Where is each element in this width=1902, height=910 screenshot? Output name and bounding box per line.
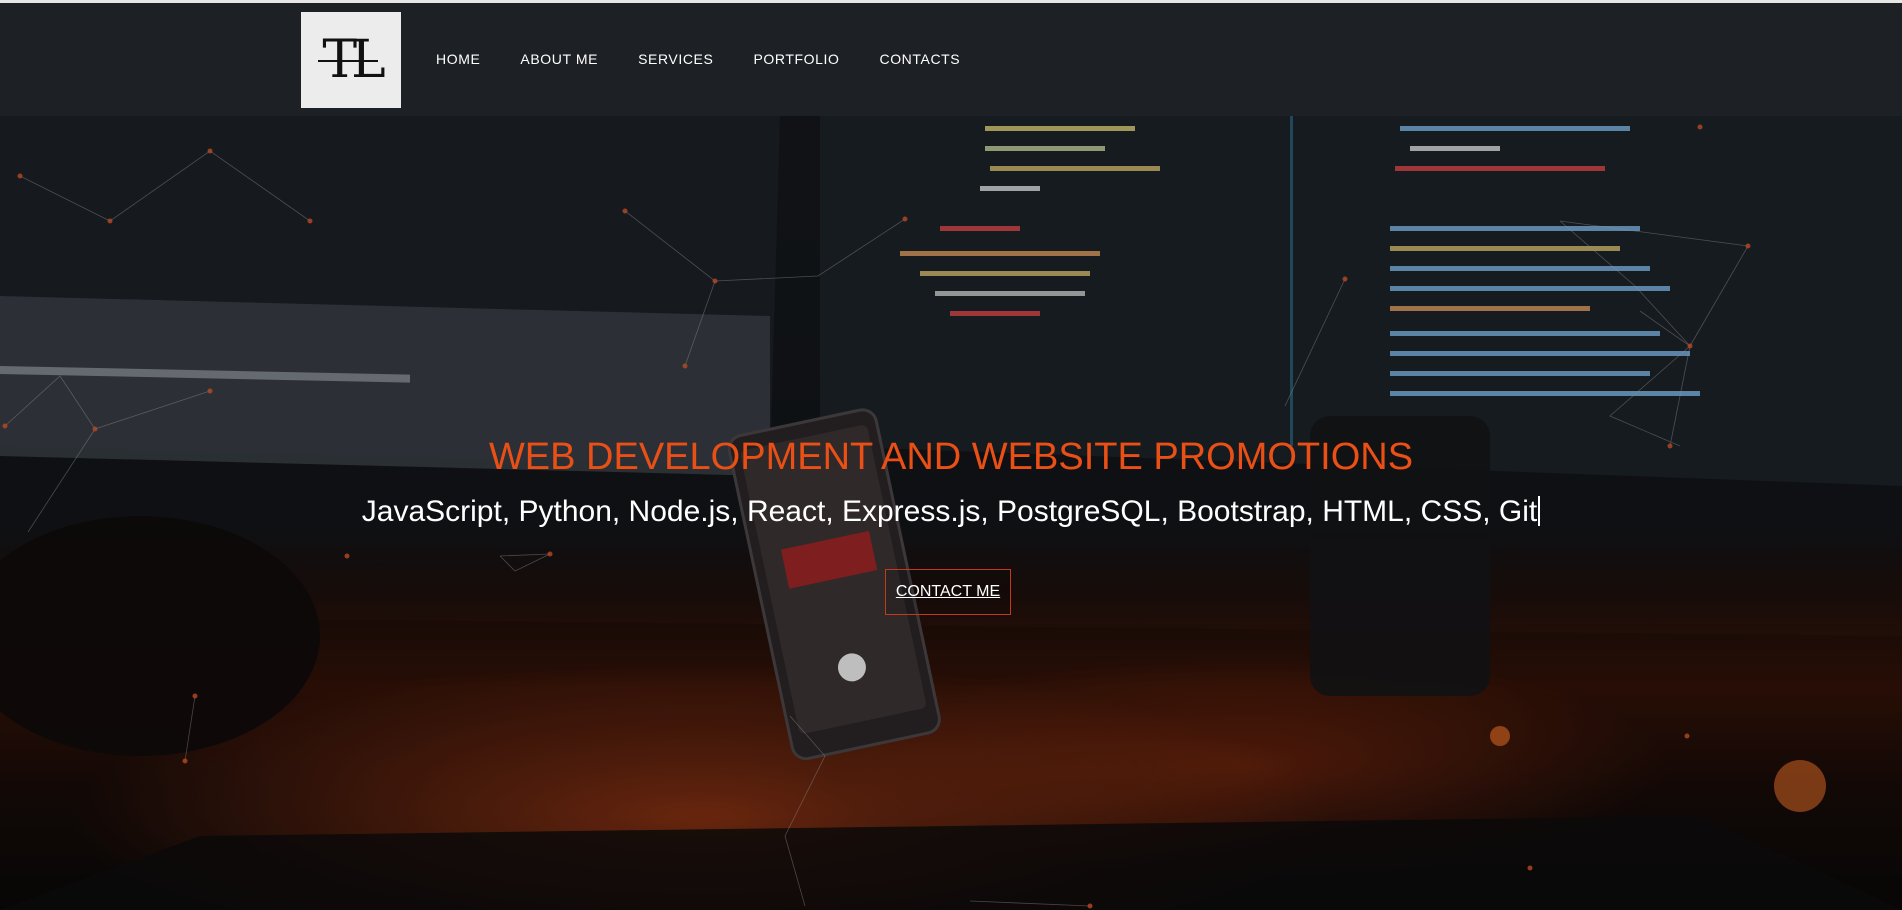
navbar: TL HOME ABOUT ME SERVICES PORTFOLIO CONT… <box>0 3 1902 116</box>
nav-item-services[interactable]: SERVICES <box>638 51 713 67</box>
contact-me-button[interactable]: CONTACT ME <box>885 569 1011 615</box>
nav-item-about-me[interactable]: ABOUT ME <box>520 51 598 67</box>
hero-section: WEB DEVELOPMENT AND WEBSITE PROMOTIONS J… <box>0 116 1902 910</box>
page: TL HOME ABOUT ME SERVICES PORTFOLIO CONT… <box>0 0 1902 910</box>
nav-item-contacts[interactable]: CONTACTS <box>879 51 960 67</box>
hero-title: WEB DEVELOPMENT AND WEBSITE PROMOTIONS <box>488 436 1414 478</box>
logo-monogram: TL <box>318 30 386 90</box>
main-nav: HOME ABOUT ME SERVICES PORTFOLIO CONTACT… <box>436 51 1000 67</box>
nav-item-home[interactable]: HOME <box>436 51 480 67</box>
site-logo[interactable]: TL <box>301 12 401 108</box>
typing-cursor <box>1538 496 1541 526</box>
tech-stack-text: JavaScript, Python, Node.js, React, Expr… <box>361 495 1538 528</box>
hero-subtitle: JavaScript, Python, Node.js, React, Expr… <box>0 495 1902 529</box>
nav-item-portfolio[interactable]: PORTFOLIO <box>753 51 839 67</box>
